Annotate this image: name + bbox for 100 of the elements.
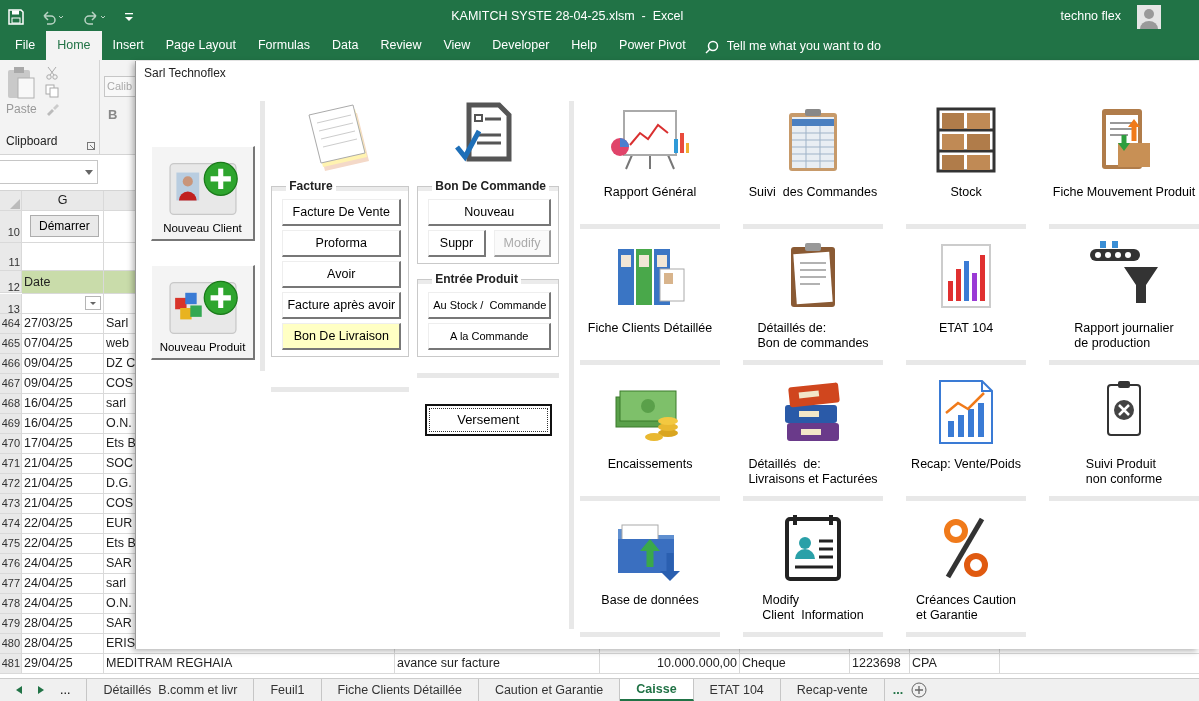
user-name: techno flex (1060, 8, 1121, 26)
dialog-title: Sarl Technoflex (143, 65, 227, 82)
table-cell: 09/04/25 (22, 374, 104, 394)
add-sheet-icon[interactable] (911, 682, 928, 698)
ribbon-tab[interactable]: Power Pivot (608, 31, 697, 60)
ribbon-tab[interactable]: Insert (101, 31, 155, 60)
action-button[interactable]: Avoir (282, 261, 402, 288)
row-header: 12 (0, 271, 22, 293)
sheet-tab[interactable]: Recap-vente (780, 679, 885, 701)
row-header: 479 (0, 614, 22, 634)
search-icon (704, 39, 719, 54)
group-title: Bon De Commande (432, 179, 549, 193)
scroll-left-icon[interactable] (16, 686, 22, 694)
table-cell: MEDITRAM REGHAIA (104, 654, 395, 674)
table-cell: 24/04/25 (22, 574, 104, 594)
group-title: Facture (286, 179, 336, 193)
row-header: 472 (0, 474, 22, 494)
row-header: 469 (0, 414, 22, 434)
row-header: 475 (0, 534, 22, 554)
avatar-icon[interactable] (1137, 4, 1161, 29)
table-cell: 24/04/25 (22, 594, 104, 614)
row-header: 467 (0, 374, 22, 394)
table-cell: 22/04/25 (22, 534, 104, 554)
table-cell: 21/04/25 (22, 474, 104, 494)
group-title: Entrée Produit (432, 272, 521, 286)
start-button[interactable]: Démarrer (30, 215, 99, 237)
row-header: 13 (0, 294, 22, 314)
table-cell: 28/04/25 (22, 614, 104, 634)
save-icon[interactable] (8, 8, 24, 25)
table-cell: 10.000.000,00 (600, 654, 740, 674)
table-cell: Cheque (740, 654, 850, 674)
row-header: 477 (0, 574, 22, 594)
ribbon-tab[interactable]: Formulas (246, 31, 322, 60)
clipboard-icon (6, 66, 37, 100)
row-header: 468 (0, 394, 22, 414)
new-item-button[interactable]: Nouveau Client (151, 146, 255, 241)
table-cell: 27/03/25 (22, 314, 104, 334)
table-cell: 16/04/25 (22, 394, 104, 414)
ribbon-tab[interactable]: Developer (481, 31, 561, 60)
row-header: 464 (0, 314, 22, 334)
action-button[interactable]: Facture De Vente (282, 199, 402, 226)
more-sheets-button[interactable]: ... (60, 680, 71, 700)
table-cell: CPA (910, 654, 1000, 674)
ribbon-tab[interactable]: Page Layout (154, 31, 247, 60)
more-sheets-button[interactable]: ... (884, 679, 912, 701)
action-button[interactable]: Bon De Livraison (282, 323, 402, 350)
table-cell: 24/04/25 (22, 554, 104, 574)
row-header: 11 (0, 243, 22, 271)
scissors-icon[interactable] (44, 66, 59, 80)
action-button[interactable]: Proforma (282, 230, 402, 257)
table-cell: 17/04/25 (22, 434, 104, 454)
table-cell: 29/04/25 (22, 654, 104, 674)
action-button[interactable]: Suppr (428, 230, 486, 257)
row-header: 471 (0, 454, 22, 474)
row-header: 478 (0, 594, 22, 614)
customize-icon[interactable] (124, 11, 134, 22)
row-header: 480 (0, 634, 22, 654)
ribbon-tab[interactable]: File (4, 31, 47, 60)
action-button[interactable]: A la Commande (428, 323, 552, 350)
new-item-button[interactable]: Nouveau Produit (151, 265, 255, 360)
row-header: 466 (0, 354, 22, 374)
row-header: 473 (0, 494, 22, 514)
table-cell: 28/04/25 (22, 634, 104, 654)
versement-button[interactable]: Versement (424, 404, 552, 436)
action-button[interactable]: Facture après avoir (282, 292, 402, 319)
table-cell: avance sur facture (395, 654, 600, 674)
column-header: G (22, 191, 104, 211)
ribbon-tab[interactable]: View (432, 31, 482, 60)
row-header: 10 (0, 211, 22, 243)
caret-icon (85, 169, 93, 175)
scroll-right-icon[interactable] (38, 686, 44, 694)
undo-icon[interactable] (40, 8, 66, 25)
row-header: 481 (0, 654, 22, 674)
ribbon-tab[interactable]: Help (560, 31, 609, 60)
sheet-tab[interactable]: Fiche Clients Détaillée (321, 679, 479, 701)
action-button[interactable]: Au Stock / Commande (428, 292, 552, 319)
sheet-tab[interactable]: Caisse (620, 679, 694, 701)
row-header: 474 (0, 514, 22, 534)
sheet-tab[interactable]: Feuil1 (254, 679, 322, 701)
sheet-tab[interactable]: Détaillés B.comm et livr (87, 679, 255, 701)
row-header: 476 (0, 554, 22, 574)
table-cell: 09/04/25 (22, 354, 104, 374)
table-cell: 22/04/25 (22, 514, 104, 534)
ribbon-tab[interactable]: Home (46, 31, 102, 60)
table-cell: 21/04/25 (22, 454, 104, 474)
table-cell: 21/04/25 (22, 494, 104, 514)
table-cell: 16/04/25 (22, 414, 104, 434)
row-header: 465 (0, 334, 22, 354)
tell-me-field[interactable]: Tell me what you want to do (726, 37, 881, 56)
ribbon-tab[interactable]: Data (321, 31, 370, 60)
row-header: 470 (0, 434, 22, 454)
ribbon-tab[interactable]: Review (369, 31, 433, 60)
sheet-tab[interactable]: ETAT 104 (693, 679, 781, 701)
table-cell: 1223698 (850, 654, 910, 674)
action-button[interactable]: Nouveau (428, 199, 552, 226)
filter-button[interactable] (85, 296, 101, 310)
window-title: KAMITCH SYSTE 28-04-25.xlsm - Excel (450, 8, 685, 26)
launcher-icon[interactable] (87, 142, 95, 150)
table-cell: 07/04/25 (22, 334, 104, 354)
redo-icon[interactable] (82, 8, 108, 25)
